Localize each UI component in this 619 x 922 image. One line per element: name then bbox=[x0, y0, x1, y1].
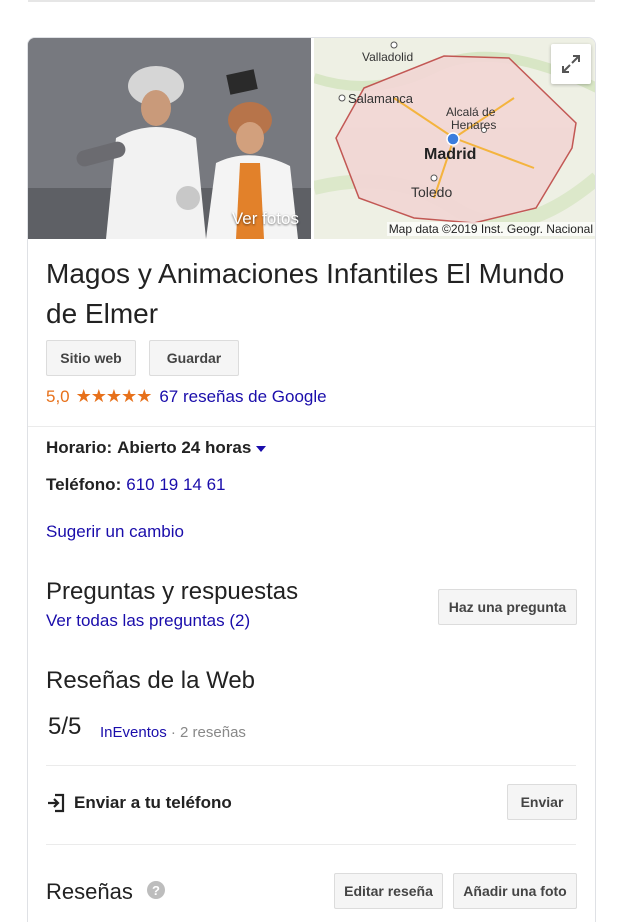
phone-label: Teléfono: bbox=[46, 475, 122, 494]
reviews-title: Reseñas bbox=[46, 879, 133, 904]
web-review-source: InEventos · 2 reseñas bbox=[100, 724, 246, 741]
qa-title: Preguntas y respuestas bbox=[46, 578, 299, 605]
rating-value: 5,0 bbox=[46, 386, 70, 406]
section-divider bbox=[46, 844, 576, 845]
expand-map-button[interactable] bbox=[551, 44, 591, 84]
phone-row: Teléfono: 610 19 14 61 bbox=[46, 475, 226, 495]
website-button[interactable]: Sitio web bbox=[46, 340, 136, 376]
web-review-source-link[interactable]: InEventos bbox=[100, 724, 167, 741]
hours-row: Horario: Abierto 24 horas bbox=[46, 438, 267, 458]
map-label-madrid: Madrid bbox=[424, 146, 477, 163]
see-photos-label[interactable]: Ver fotos bbox=[232, 209, 299, 229]
map-label-salamanca: Salamanca bbox=[348, 91, 414, 106]
hours-value[interactable]: Abierto 24 horas bbox=[117, 438, 251, 458]
map-label-valladolid: Valladolid bbox=[362, 50, 414, 64]
web-review-count: · 2 reseñas bbox=[166, 724, 246, 741]
hours-dropdown-icon[interactable] bbox=[256, 446, 267, 452]
ask-question-button[interactable]: Haz una pregunta bbox=[438, 589, 577, 625]
send-to-phone-label[interactable]: Enviar a tu teléfono bbox=[74, 793, 232, 813]
map-label-alcala-2: Henares bbox=[451, 118, 497, 132]
expand-icon bbox=[562, 55, 580, 73]
phone-link[interactable]: 610 19 14 61 bbox=[126, 475, 225, 495]
section-divider bbox=[46, 765, 576, 766]
suggest-row: Sugerir un cambio bbox=[46, 522, 184, 542]
section-divider bbox=[28, 426, 595, 427]
edit-review-button[interactable]: Editar reseña bbox=[334, 873, 443, 909]
web-reviews-title: Reseñas de la Web bbox=[46, 667, 256, 694]
top-divider bbox=[28, 0, 595, 2]
hours-label: Horario: bbox=[46, 438, 113, 457]
knowledge-panel: Ver fotos Valladolid Salamanca Alcalá de… bbox=[27, 37, 596, 922]
map-label-toledo: Toledo bbox=[411, 184, 453, 200]
business-title: Magos y Animaciones Infantiles El Mundo … bbox=[46, 258, 565, 329]
send-to-phone-icon bbox=[48, 793, 65, 813]
send-button[interactable]: Enviar bbox=[507, 784, 577, 820]
see-all-questions-link[interactable]: Ver todas las preguntas (2) bbox=[46, 611, 250, 631]
rating-row: 5,0 ★★★★★ 67 reseñas de Google bbox=[46, 386, 327, 407]
suggest-edit-link[interactable]: Sugerir un cambio bbox=[46, 522, 184, 542]
rating-stars-icon: ★★★★★ bbox=[75, 386, 153, 406]
business-photo[interactable]: Ver fotos bbox=[28, 38, 311, 239]
map-label-alcala-1: Alcalá de bbox=[446, 105, 496, 119]
media-header: Ver fotos Valladolid Salamanca Alcalá de… bbox=[28, 38, 595, 239]
qa-link-row: Ver todas las preguntas (2) bbox=[46, 611, 250, 631]
map-credit: Map data ©2019 Inst. Geogr. Nacional bbox=[386, 222, 595, 236]
help-icon[interactable]: ? bbox=[147, 881, 165, 899]
google-reviews-link[interactable]: 67 reseñas de Google bbox=[159, 387, 326, 407]
map-preview[interactable]: Valladolid Salamanca Alcalá de Henares M… bbox=[314, 38, 595, 239]
web-review-score: 5/5 bbox=[48, 713, 82, 740]
save-button[interactable]: Guardar bbox=[149, 340, 239, 376]
send-to-phone-row[interactable]: Enviar a tu teléfono bbox=[46, 793, 232, 813]
add-photo-button[interactable]: Añadir una foto bbox=[453, 873, 577, 909]
